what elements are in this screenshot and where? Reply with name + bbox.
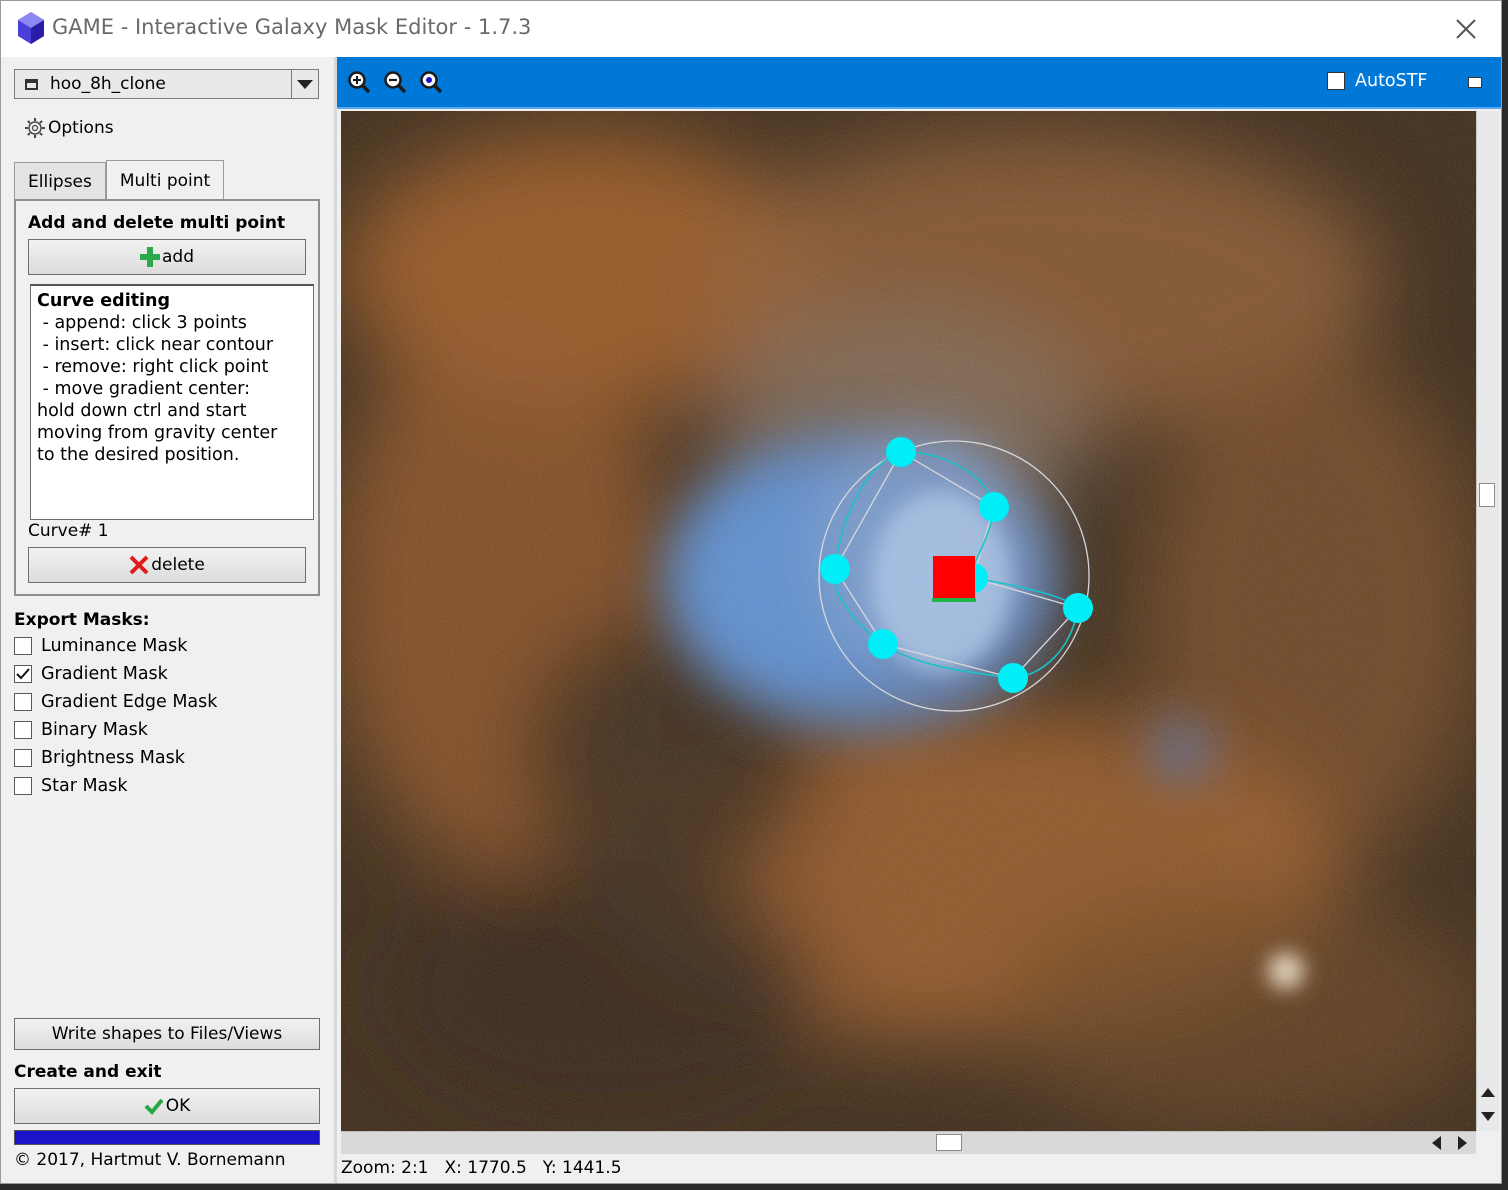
help-line: - append: click 3 points — [37, 313, 247, 333]
binary-mask-checkbox[interactable]: Binary Mask — [14, 716, 217, 744]
left-panel: hoo_8h_clone Options Ellipses Multi poin… — [1, 57, 334, 1183]
brightness-mask-checkbox[interactable]: Brightness Mask — [14, 744, 217, 772]
add-button-label: add — [162, 247, 194, 267]
app-logo-icon — [18, 12, 44, 44]
control-point[interactable] — [1063, 593, 1093, 623]
gear-icon — [25, 118, 45, 138]
scroll-left-arrow[interactable] — [1432, 1136, 1441, 1150]
checkmark-icon — [16, 668, 30, 680]
view-select[interactable]: hoo_8h_clone — [14, 69, 319, 99]
y-coordinate-readout: Y: 1441.5 — [542, 1158, 622, 1178]
checkbox-box[interactable] — [14, 665, 32, 683]
image-window-icon — [25, 78, 38, 90]
ok-button-label: OK — [165, 1096, 191, 1116]
zoom-out-icon[interactable] — [383, 70, 407, 94]
horizontal-scrollbar[interactable] — [341, 1131, 1476, 1154]
gradient-center-handle[interactable] — [933, 556, 975, 598]
nebula-image — [341, 111, 1476, 1131]
add-button[interactable]: add — [28, 239, 306, 275]
delete-button[interactable]: delete — [28, 547, 306, 583]
tab-ellipses[interactable]: Ellipses — [14, 162, 106, 200]
ok-button[interactable]: OK — [14, 1088, 320, 1124]
center-underline — [932, 598, 976, 602]
tab-multi-point[interactable]: Multi point — [105, 160, 225, 200]
control-point[interactable] — [820, 554, 850, 584]
copyright-text: © 2017, Hartmut V. Bornemann — [14, 1150, 286, 1170]
checkbox-box[interactable] — [14, 721, 32, 739]
zoom-in-icon[interactable] — [347, 70, 371, 94]
tab-bar: Ellipses Multi point — [14, 160, 225, 200]
close-icon — [1456, 19, 1476, 39]
control-point[interactable] — [979, 492, 1009, 522]
vertical-scroll-thumb[interactable] — [1479, 483, 1495, 507]
checkbox-label: Brightness Mask — [41, 748, 185, 768]
image-toolbar: AutoSTF — [337, 57, 1501, 109]
vertical-scrollbar[interactable] — [1476, 111, 1499, 1131]
help-line: hold down ctrl and start — [37, 401, 247, 421]
title-bar: GAME - Interactive Galaxy Mask Editor - … — [1, 1, 1501, 57]
image-canvas[interactable] — [341, 111, 1476, 1131]
zoom-readout: Zoom: 2:1 — [341, 1158, 429, 1178]
control-point[interactable] — [886, 437, 916, 467]
options-button[interactable]: Options — [24, 117, 114, 139]
checkbox-label: Binary Mask — [41, 720, 148, 740]
control-point[interactable] — [868, 629, 898, 659]
x-coordinate-readout: X: 1770.5 — [444, 1158, 527, 1178]
export-masks-title: Export Masks: — [14, 610, 150, 630]
scroll-up-arrow[interactable] — [1481, 1088, 1495, 1097]
help-line: - insert: click near contour — [37, 335, 274, 355]
preview-toggle-button[interactable] — [1468, 77, 1482, 88]
view-select-dropdown[interactable] — [291, 70, 318, 98]
scroll-down-arrow[interactable] — [1481, 1112, 1495, 1121]
window-title: GAME - Interactive Galaxy Mask Editor - … — [52, 15, 532, 39]
curve-number-label: Curve# 1 — [28, 521, 109, 541]
write-shapes-button[interactable]: Write shapes to Files/Views — [14, 1018, 320, 1050]
checkbox-box[interactable] — [14, 777, 32, 795]
help-line: to the desired position. — [37, 445, 240, 465]
control-point[interactable] — [998, 663, 1028, 693]
scroll-right-arrow[interactable] — [1458, 1136, 1467, 1150]
close-button[interactable] — [1431, 1, 1501, 57]
checkbox-label: Gradient Mask — [41, 664, 168, 684]
red-x-icon — [129, 555, 149, 575]
gradient-edge-mask-checkbox[interactable]: Gradient Edge Mask — [14, 688, 217, 716]
autostf-label: AutoSTF — [1355, 71, 1428, 91]
checkbox-label: Star Mask — [41, 776, 128, 796]
plus-icon — [140, 247, 160, 267]
star-mask-checkbox[interactable]: Star Mask — [14, 772, 217, 800]
horizontal-scroll-thumb[interactable] — [936, 1134, 962, 1151]
create-exit-title: Create and exit — [14, 1062, 162, 1082]
export-mask-list: Luminance Mask Gradient Mask Gradient Ed… — [14, 632, 217, 800]
checkbox-box[interactable] — [14, 693, 32, 711]
chevron-down-icon — [297, 79, 313, 89]
panel-splitter[interactable] — [334, 57, 337, 1183]
checkbox-box[interactable] — [1327, 72, 1345, 90]
view-select-value: hoo_8h_clone — [50, 74, 166, 94]
section-title: Add and delete multi point — [28, 213, 286, 233]
help-line: moving from gravity center — [37, 423, 278, 443]
checkbox-box[interactable] — [14, 749, 32, 767]
progress-bar — [14, 1130, 320, 1145]
status-bar: Zoom: 2:1 X: 1770.5 Y: 1441.5 — [341, 1158, 622, 1178]
curve-editing-help: Curve editing - append: click 3 points -… — [30, 284, 314, 520]
green-check-icon — [144, 1098, 164, 1115]
checkbox-label: Luminance Mask — [41, 636, 188, 656]
checkbox-box[interactable] — [14, 637, 32, 655]
delete-button-label: delete — [151, 555, 205, 575]
app-window: GAME - Interactive Galaxy Mask Editor - … — [0, 0, 1502, 1184]
progress-fill — [15, 1131, 319, 1144]
checkbox-label: Gradient Edge Mask — [41, 692, 218, 712]
multipoint-panel: Add and delete multi point add Curve edi… — [14, 199, 320, 596]
help-line: - move gradient center: — [37, 379, 251, 399]
gradient-mask-checkbox[interactable]: Gradient Mask — [14, 660, 217, 688]
options-label: Options — [48, 118, 114, 138]
help-title: Curve editing — [37, 291, 171, 311]
luminance-mask-checkbox[interactable]: Luminance Mask — [14, 632, 217, 660]
zoom-fit-icon[interactable] — [419, 70, 443, 94]
autostf-checkbox[interactable]: AutoSTF — [1327, 71, 1428, 91]
help-line: - remove: right click point — [37, 357, 269, 377]
